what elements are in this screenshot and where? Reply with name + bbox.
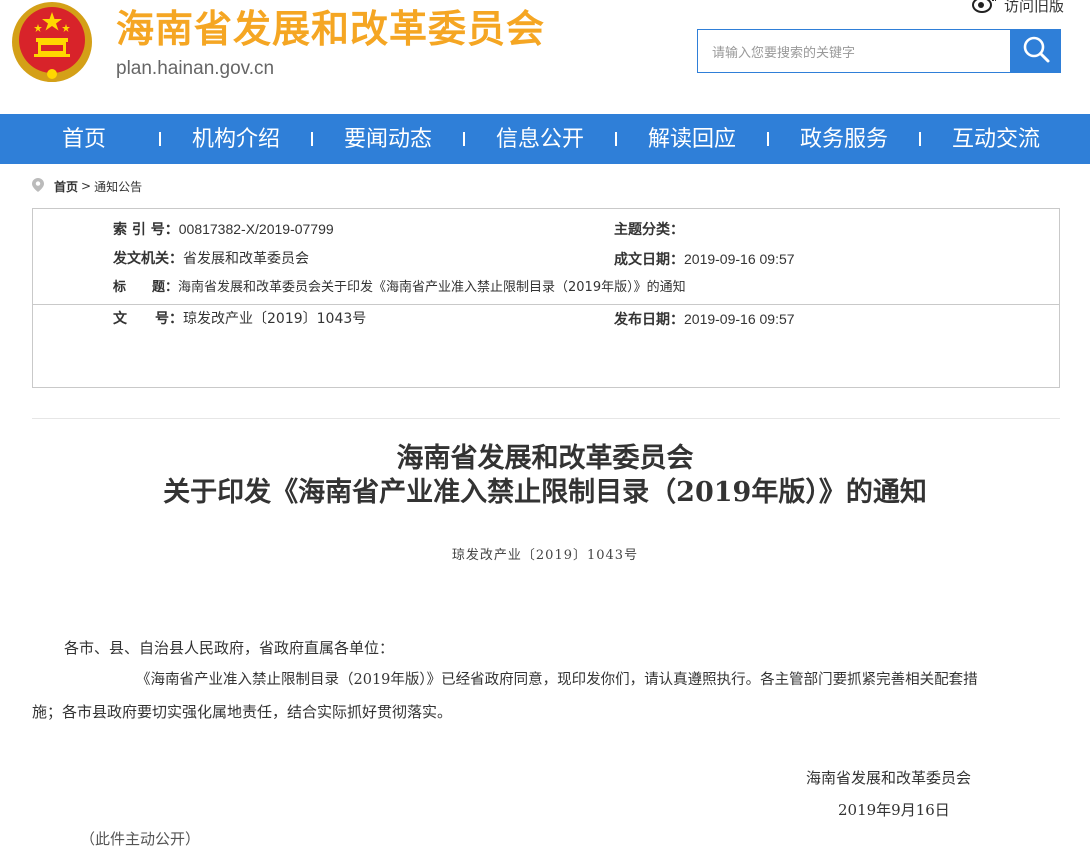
info-topic: 主题分类： [614, 219, 684, 240]
index-no-label: 索 引 号： [113, 222, 179, 238]
section-divider [32, 418, 1060, 419]
article-footnote: （此件主动公开） [80, 830, 201, 848]
published-label: 发布日期： [614, 312, 684, 328]
title-value: 海南省发展和改革委员会关于印发《海南省产业准入禁止限制目录（2019年版）》的通… [178, 280, 686, 295]
article-body-line2: 施；各市县政府要切实强化属地责任，结合实际抓好贯彻落实。 [32, 703, 453, 721]
search-icon [1021, 34, 1051, 68]
published-value: 2019-09-16 09:57 [684, 311, 795, 327]
info-published-date: 发布日期：2019-09-16 09:57 [614, 309, 795, 330]
weibo-icon [972, 0, 997, 17]
site-url[interactable]: plan.hainan.gov.cn [116, 58, 274, 80]
nav-interpretation[interactable]: 解读回应 [616, 114, 768, 164]
location-pin-icon [32, 177, 44, 195]
nav-disclosure[interactable]: 信息公开 [464, 114, 616, 164]
topic-label: 主题分类： [614, 222, 684, 238]
issuer-label: 发文机关： [113, 251, 183, 267]
nav-interaction[interactable]: 互动交流 [920, 114, 1072, 164]
nav-services[interactable]: 政务服务 [768, 114, 920, 164]
nav-about[interactable]: 机构介绍 [160, 114, 312, 164]
info-index-no: 索 引 号：00817382-X/2019-07799 [113, 219, 334, 240]
main-nav: 首页 机构介绍 要闻动态 信息公开 解读回应 政务服务 互动交流 [0, 114, 1090, 164]
search-button[interactable] [1010, 29, 1061, 73]
old-version-label: 访问旧版 [1004, 0, 1065, 15]
article-salutation: 各市、县、自治县人民政府，省政府直属各单位： [64, 639, 395, 657]
info-divider [33, 304, 1059, 305]
doc-no-label: 文 号： [113, 311, 183, 327]
breadcrumb-separator: > [81, 179, 92, 193]
info-issuer: 发文机关：省发展和改革委员会 [113, 249, 309, 269]
title-label: 标 题： [113, 280, 179, 295]
national-emblem-logo[interactable] [10, 0, 94, 88]
issuer-value: 省发展和改革委员会 [183, 251, 309, 267]
breadcrumb-current[interactable]: 通知公告 [94, 178, 142, 195]
nav-home[interactable]: 首页 [8, 114, 160, 164]
site-title[interactable]: 海南省发展和改革委员会 [116, 4, 545, 54]
doc-no-value: 琼发改产业〔2019〕1043号 [183, 311, 367, 327]
article-title-line2: 关于印发《海南省产业准入禁止限制目录（2019年版）》的通知 [163, 477, 927, 508]
created-value: 2019-09-16 09:57 [684, 251, 795, 267]
article-doc-number: 琼发改产业〔2019〕1043号 [451, 548, 639, 563]
info-doc-no: 文 号：琼发改产业〔2019〕1043号 [113, 309, 366, 329]
signature-date: 2019年9月16日 [838, 801, 950, 819]
search-input[interactable]: 请输入您要搜索的关键字 [697, 29, 1011, 73]
old-version-link[interactable]: 访问旧版 [972, 0, 1064, 16]
search-placeholder: 请输入您要搜索的关键字 [712, 45, 856, 61]
breadcrumb: 首页 > 通知公告 [32, 176, 142, 196]
nav-news[interactable]: 要闻动态 [312, 114, 464, 164]
index-no-value: 00817382-X/2019-07799 [178, 221, 334, 237]
info-title: 标 题：海南省发展和改革委员会关于印发《海南省产业准入禁止限制目录（2019年版… [113, 278, 686, 298]
breadcrumb-home[interactable]: 首页 [54, 178, 78, 195]
signature-organization: 海南省发展和改革委员会 [806, 769, 972, 787]
info-created-date: 成文日期：2019-09-16 09:57 [614, 249, 795, 270]
article-body-line1: 《海南省产业准入禁止限制目录（2019年版）》已经省政府同意，现印发你们，请认真… [136, 672, 978, 688]
created-label: 成文日期： [614, 252, 684, 268]
